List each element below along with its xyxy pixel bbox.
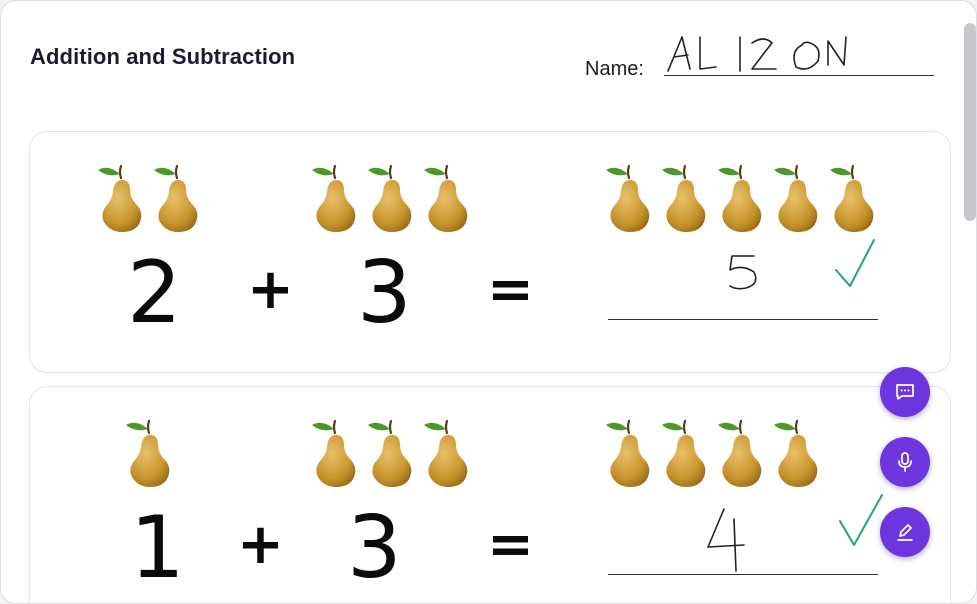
pear-group-addend-b [306, 417, 474, 489]
page-title: Addition and Subtraction [30, 44, 296, 69]
addend-a: 1 [130, 498, 185, 598]
pear-group-addend-b [306, 162, 474, 234]
comment-button[interactable] [880, 367, 930, 417]
equals-sign: = [487, 257, 534, 322]
pear-icon [148, 162, 204, 234]
addend-b: 3 [347, 498, 402, 598]
pear-group-addend-a [120, 417, 176, 489]
pear-icon [362, 417, 418, 489]
pear-icon [600, 162, 656, 234]
pear-icon [362, 162, 418, 234]
problem-card-2: 1 + 3 = [29, 386, 951, 603]
pear-icon [92, 162, 148, 234]
handwritten-answer [707, 508, 745, 572]
microphone-icon [898, 452, 912, 472]
pear-icon [712, 162, 768, 234]
pear-icon [824, 162, 880, 234]
pear-group-result [600, 417, 824, 489]
pear-icon [768, 162, 824, 234]
pen-icon [897, 524, 913, 541]
check-icon [835, 239, 875, 287]
equals-sign: = [487, 512, 534, 577]
name-label: Name: [585, 58, 644, 80]
handwritten-answer [729, 255, 757, 290]
microphone-button[interactable] [880, 437, 930, 487]
answer-line[interactable] [608, 319, 878, 320]
addend-a: 2 [127, 243, 182, 343]
pear-group-result [600, 162, 880, 234]
pear-icon [418, 417, 474, 489]
pear-icon [656, 417, 712, 489]
pear-icon [306, 162, 362, 234]
pen-button[interactable] [880, 507, 930, 557]
addend-b: 3 [357, 243, 412, 343]
name-field[interactable]: Name: [585, 31, 937, 81]
pear-icon [768, 417, 824, 489]
handwritten-name [667, 36, 847, 72]
plus-sign: + [247, 257, 294, 322]
pear-group-addend-a [92, 162, 204, 234]
check-icon [839, 494, 883, 546]
pear-icon [418, 162, 474, 234]
pear-icon [306, 417, 362, 489]
pear-icon [712, 417, 768, 489]
pear-icon [656, 162, 712, 234]
worksheet-frame: Addition and Subtraction Name: 2 + 3 = 1… [0, 0, 977, 604]
plus-sign: + [237, 512, 284, 577]
comment-icon [896, 384, 914, 400]
pear-icon [120, 417, 176, 489]
scrollbar[interactable] [964, 23, 976, 221]
problem-card-1: 2 + 3 = [29, 131, 951, 373]
pear-icon [600, 417, 656, 489]
